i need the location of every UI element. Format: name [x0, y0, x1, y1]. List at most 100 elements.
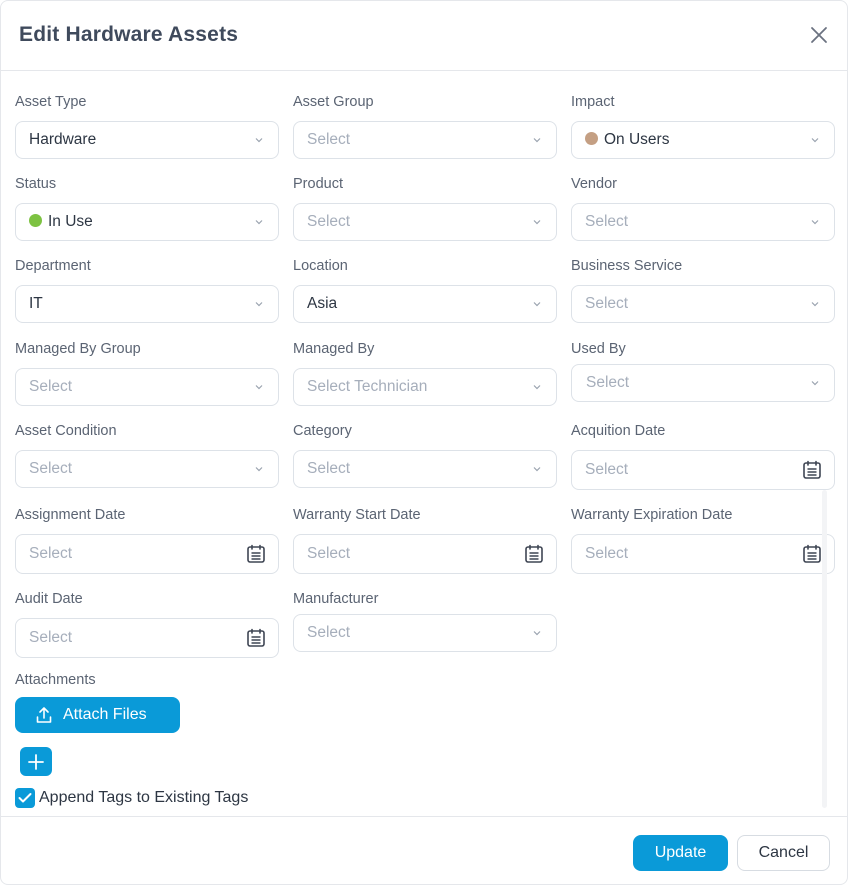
assignment-date-placeholder: Select — [29, 545, 73, 562]
acquisition-date-label: Acquition Date — [571, 423, 666, 439]
vendor-field: Vendor Select — [571, 174, 835, 241]
impact-value: On Users — [604, 131, 670, 148]
dialog-body: Asset Type Hardware Asset Group Select I… — [1, 72, 847, 816]
chevron-down-icon — [255, 385, 263, 390]
manufacturer-placeholder: Select — [307, 624, 351, 641]
chevron-down-icon — [533, 220, 541, 225]
business-service-placeholder: Select — [585, 295, 629, 312]
chevron-down-icon — [255, 138, 263, 143]
product-select[interactable]: Select — [293, 203, 557, 241]
acquisition-date-placeholder: Select — [585, 461, 629, 478]
chevron-down-icon — [255, 467, 263, 472]
cancel-button[interactable]: Cancel — [737, 835, 830, 871]
append-tags-label: Append Tags to Existing Tags — [39, 789, 249, 806]
plus-icon — [28, 754, 44, 770]
asset-group-placeholder: Select — [307, 131, 351, 148]
vertical-scrollbar[interactable] — [822, 490, 827, 808]
attachments-label: Attachments — [15, 672, 96, 688]
location-field: Location Asia — [293, 256, 557, 323]
asset-type-select[interactable]: Hardware — [15, 121, 279, 159]
managed-by-group-select[interactable]: Select — [15, 368, 279, 406]
checkmark-icon — [18, 793, 32, 803]
manufacturer-label: Manufacturer — [293, 591, 379, 607]
chevron-down-icon — [533, 631, 541, 636]
managed-by-group-label: Managed By Group — [15, 341, 141, 357]
managed-by-placeholder: Select Technician — [307, 378, 428, 395]
department-select[interactable]: IT — [15, 285, 279, 323]
warranty-start-date-label: Warranty Start Date — [293, 507, 421, 523]
chevron-down-icon — [533, 138, 541, 143]
asset-condition-placeholder: Select — [29, 460, 73, 477]
impact-select[interactable]: On Users — [571, 121, 835, 159]
calendar-icon — [803, 544, 821, 563]
impact-label: Impact — [571, 94, 615, 110]
warranty-expiration-date-placeholder: Select — [585, 545, 629, 562]
status-select[interactable]: In Use — [15, 203, 279, 241]
used-by-label: Used By — [571, 341, 626, 357]
department-value: IT — [29, 295, 43, 312]
location-value: Asia — [307, 295, 338, 312]
warranty-start-date-input[interactable]: Select — [293, 534, 557, 574]
append-tags-checkbox[interactable] — [15, 788, 35, 808]
add-tag-button[interactable] — [20, 747, 52, 776]
used-by-field: Used By Select — [571, 339, 835, 402]
vendor-select[interactable]: Select — [571, 203, 835, 241]
upload-icon — [36, 707, 52, 723]
acquisition-date-input[interactable]: Select — [571, 450, 835, 490]
vendor-placeholder: Select — [585, 213, 629, 230]
audit-date-input[interactable]: Select — [15, 618, 279, 658]
asset-condition-select[interactable]: Select — [15, 450, 279, 488]
dialog-footer: Update Cancel — [1, 816, 847, 884]
chevron-down-icon — [255, 220, 263, 225]
status-value: In Use — [48, 213, 93, 230]
attach-files-button[interactable]: Attach Files — [15, 697, 180, 733]
dialog-header: Edit Hardware Assets — [1, 1, 847, 71]
calendar-icon — [803, 460, 821, 479]
assignment-date-field: Assignment Date Select — [15, 505, 279, 574]
category-field: Category Select — [293, 421, 557, 488]
chevron-down-icon — [811, 381, 819, 386]
status-label: Status — [15, 176, 57, 192]
warranty-expiration-date-input[interactable]: Select — [571, 534, 835, 574]
asset-group-label: Asset Group — [293, 94, 374, 110]
location-select[interactable]: Asia — [293, 285, 557, 323]
product-field: Product Select — [293, 174, 557, 241]
manufacturer-select[interactable]: Select — [293, 614, 557, 652]
asset-group-select[interactable]: Select — [293, 121, 557, 159]
category-select[interactable]: Select — [293, 450, 557, 488]
dialog-title: Edit Hardware Assets — [19, 23, 239, 46]
managed-by-group-field: Managed By Group Select — [15, 339, 279, 406]
impact-field: Impact On Users — [571, 92, 835, 159]
manufacturer-field: Manufacturer Select — [293, 589, 557, 652]
chevron-down-icon — [533, 467, 541, 472]
status-color-dot — [29, 214, 42, 227]
business-service-field: Business Service Select — [571, 256, 835, 323]
update-button[interactable]: Update — [633, 835, 728, 871]
close-icon — [811, 27, 827, 43]
asset-type-field: Asset Type Hardware — [15, 92, 279, 159]
product-label: Product — [293, 176, 343, 192]
asset-condition-label: Asset Condition — [15, 423, 117, 439]
asset-group-field: Asset Group Select — [293, 92, 557, 159]
used-by-placeholder: Select — [586, 374, 630, 391]
calendar-icon — [247, 628, 265, 647]
chevron-down-icon — [811, 220, 819, 225]
warranty-expiration-date-field: Warranty Expiration Date Select — [571, 505, 835, 574]
impact-color-dot — [585, 132, 598, 145]
managed-by-group-placeholder: Select — [29, 378, 73, 395]
edit-hardware-assets-dialog: Edit Hardware Assets Asset Type Hardware… — [0, 0, 848, 885]
used-by-select[interactable]: Select — [571, 364, 835, 402]
managed-by-field: Managed By Select Technician — [293, 339, 557, 406]
location-label: Location — [293, 258, 348, 274]
business-service-select[interactable]: Select — [571, 285, 835, 323]
asset-type-label: Asset Type — [15, 94, 87, 110]
assignment-date-input[interactable]: Select — [15, 534, 279, 574]
product-placeholder: Select — [307, 213, 351, 230]
managed-by-select[interactable]: Select Technician — [293, 368, 557, 406]
asset-condition-field: Asset Condition Select — [15, 421, 279, 488]
category-label: Category — [293, 423, 352, 439]
audit-date-placeholder: Select — [29, 629, 73, 646]
audit-date-field: Audit Date Select — [15, 589, 279, 658]
business-service-label: Business Service — [571, 258, 683, 274]
close-button[interactable] — [807, 23, 831, 47]
